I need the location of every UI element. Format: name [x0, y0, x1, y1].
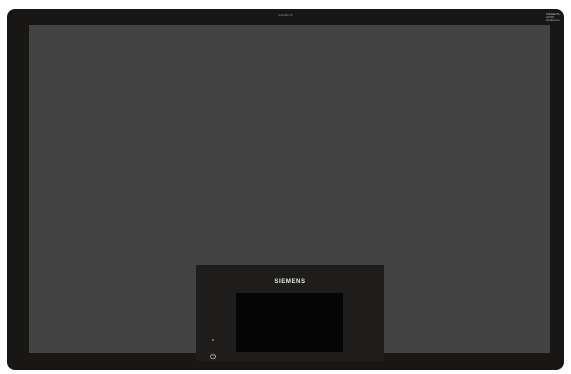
power-icon[interactable]	[210, 346, 216, 360]
top-brand-text: SIEMENS	[278, 13, 293, 17]
control-panel: SIEMENS	[196, 265, 384, 361]
corner-badge: SIEMENS iQ700 studioLine	[546, 13, 560, 22]
indicator-light	[212, 339, 214, 341]
brand-logo: SIEMENS	[274, 279, 306, 285]
touch-display[interactable]	[236, 293, 343, 352]
corner-badge-line-3: studioLine	[546, 18, 560, 22]
cooktop-frame: SIEMENS SIEMENS iQ700 studioLine SIEMENS	[7, 9, 564, 370]
